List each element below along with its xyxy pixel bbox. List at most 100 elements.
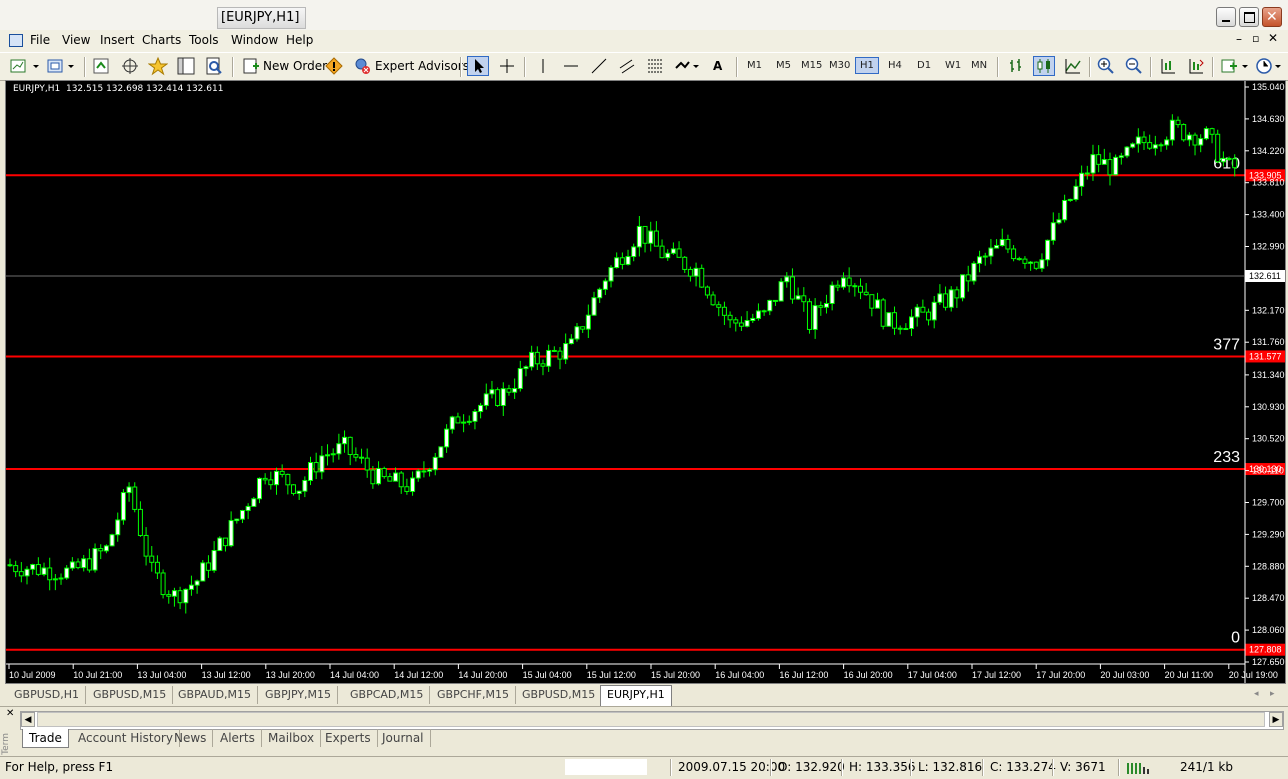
new-chart-icon[interactable] [9, 56, 41, 76]
scroll-left-icon[interactable]: ◀ [21, 712, 35, 727]
terminal-tab-trade[interactable]: Trade [22, 729, 69, 748]
chart-tab[interactable]: GBPUSD,M15 [87, 686, 174, 704]
new-order-button[interactable]: New Order [263, 59, 327, 73]
price-tick-label: 134.630 [1252, 114, 1285, 124]
menu-tools[interactable]: Tools [189, 33, 219, 47]
candle [1141, 131, 1147, 150]
chart-tab-active[interactable]: EURJPY,H1 [600, 685, 672, 706]
candlestick-chart-button[interactable] [1033, 56, 1055, 76]
time-tick-label: 13 Jul 12:00 [202, 670, 251, 680]
app-icon[interactable] [9, 34, 23, 47]
periods-clock-icon[interactable] [1254, 56, 1284, 76]
crosshair-icon[interactable] [497, 56, 517, 76]
equidistant-channel-icon[interactable] [617, 56, 637, 76]
price-tick-label: 128.470 [1252, 593, 1285, 603]
timeframe-m1[interactable]: M1 [747, 60, 762, 71]
candle [778, 278, 784, 302]
timeframe-d1[interactable]: D1 [917, 60, 931, 71]
chart-tab[interactable]: GBPUSD,H1 [8, 686, 86, 704]
status-help: For Help, press F1 [5, 760, 114, 774]
line-chart-icon[interactable] [1063, 56, 1083, 76]
cursor-tool-button[interactable] [467, 56, 489, 76]
mdi-minimize-button[interactable]: – [1236, 32, 1242, 46]
metaeditor-icon[interactable] [324, 56, 344, 76]
menu-view[interactable]: View [62, 33, 90, 47]
toolbar-separator [997, 57, 999, 77]
candle [296, 490, 302, 500]
terminal-tab-alerts[interactable]: Alerts [214, 729, 262, 747]
favorites-icon[interactable] [148, 56, 168, 76]
timeframe-w1[interactable]: W1 [945, 60, 961, 71]
chart-shift-icon[interactable] [1186, 56, 1206, 76]
terminal-tab-news[interactable]: News [168, 729, 214, 747]
scroll-thumb[interactable] [37, 712, 1265, 727]
chart-tab[interactable]: GBPCHF,M15 [431, 686, 516, 704]
candle [1203, 126, 1209, 141]
terminal-close-icon[interactable]: ✕ [6, 708, 14, 719]
timeframe-m15[interactable]: M15 [801, 60, 822, 71]
chart-tab[interactable]: GBPUSD,M15 [516, 686, 603, 704]
minimize-button[interactable] [1216, 7, 1236, 27]
expert-advisors-icon[interactable] [352, 56, 372, 76]
terminal-tab-experts[interactable]: Experts [319, 729, 378, 747]
price-chart[interactable]: 610133.905377131.577233130.1300127.808 1… [6, 81, 1285, 683]
candle [13, 560, 19, 578]
menu-insert[interactable]: Insert [100, 33, 134, 47]
chart-window[interactable]: 610 133.905 377 131.577 233 130.130 0 127.808 1… [5, 80, 1286, 684]
new-order-icon[interactable] [241, 56, 261, 76]
text-tool-button[interactable]: A [713, 59, 722, 73]
indicators-icon[interactable] [1220, 56, 1250, 76]
zoom-in-icon[interactable] [1096, 56, 1116, 76]
candle [704, 285, 710, 299]
candle [818, 301, 824, 316]
bar-chart-icon[interactable] [1006, 56, 1026, 76]
price-tick-label: 135.040 [1252, 82, 1285, 92]
profiles-icon[interactable] [46, 56, 78, 76]
maximize-button[interactable] [1239, 7, 1259, 27]
autoscroll-icon[interactable] [1158, 56, 1178, 76]
mdi-restore-button[interactable]: ▫ [1252, 32, 1259, 45]
terminal-tab-mailbox[interactable]: Mailbox [262, 729, 322, 747]
candle [727, 311, 733, 328]
menu-window[interactable]: Window [231, 33, 278, 47]
menu-file[interactable]: File [30, 33, 50, 47]
chart-tab[interactable]: GBPCAD,M15 [344, 686, 431, 704]
market-watch-icon[interactable] [91, 56, 111, 76]
timeframe-h4[interactable]: H4 [888, 60, 902, 71]
terminal-tab-journal[interactable]: Journal [376, 729, 431, 747]
timeframe-h1[interactable]: H1 [855, 57, 879, 74]
tabs-scroll-right-icon[interactable]: ▸ [1270, 689, 1275, 699]
vertical-line-icon[interactable] [533, 56, 553, 76]
price-tick-label: 133.810 [1252, 178, 1285, 188]
close-button[interactable]: ✕ [1262, 7, 1282, 27]
timeframe-m30[interactable]: M30 [829, 60, 850, 71]
terminal-tab-account-history[interactable]: Account History [72, 729, 180, 747]
horizontal-line-icon[interactable] [561, 56, 581, 76]
candle [965, 265, 971, 292]
candle [256, 477, 262, 504]
mdi-close-button[interactable]: ✕ [1268, 31, 1278, 45]
terminal-scrollbar[interactable]: ◀ ▶ [20, 711, 1284, 730]
menu-help[interactable]: Help [286, 33, 313, 47]
candle [30, 563, 36, 575]
candle [228, 511, 234, 548]
trendline-icon[interactable] [589, 56, 609, 76]
expert-advisors-button[interactable]: Expert Advisors [375, 59, 469, 73]
zoom-out-icon[interactable] [1124, 56, 1144, 76]
candle [886, 312, 892, 327]
strategy-tester-icon[interactable] [204, 56, 224, 76]
shapes-dropdown-icon[interactable] [673, 56, 701, 76]
scroll-right-icon[interactable]: ▶ [1269, 712, 1283, 727]
terminal-icon[interactable] [176, 56, 196, 76]
timeframe-mn[interactable]: MN [971, 60, 987, 71]
chart-tab[interactable]: GBPAUD,M15 [172, 686, 259, 704]
fibonacci-retracement-icon[interactable] [645, 56, 665, 76]
timeframe-m5[interactable]: M5 [776, 60, 791, 71]
menu-charts[interactable]: Charts [142, 33, 181, 47]
fib-level-label: 0 [1231, 630, 1240, 647]
toolbar-separator [1089, 57, 1091, 77]
tabs-scroll-left-icon[interactable]: ◂ [1254, 689, 1259, 699]
time-tick-label: 15 Jul 12:00 [587, 670, 636, 680]
navigator-icon[interactable] [120, 56, 140, 76]
chart-tab[interactable]: GBPJPY,M15 [259, 686, 339, 704]
